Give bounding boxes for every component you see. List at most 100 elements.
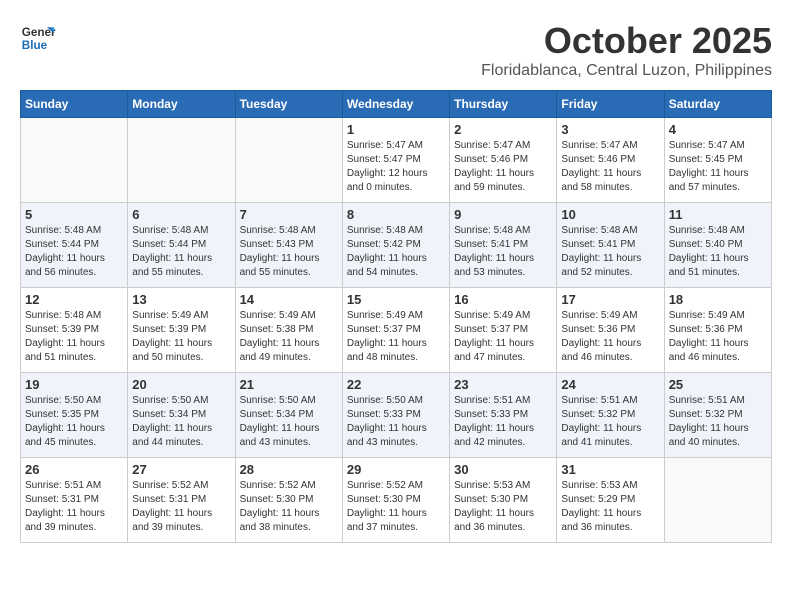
day-info: Sunrise: 5:50 AM Sunset: 5:34 PM Dayligh… xyxy=(132,394,230,450)
day-number: 8 xyxy=(347,207,445,222)
calendar-cell: 17 Sunrise: 5:49 AM Sunset: 5:36 PM Dayli… xyxy=(557,288,664,373)
day-number: 27 xyxy=(132,462,230,477)
day-info: Sunrise: 5:53 AM Sunset: 5:30 PM Dayligh… xyxy=(454,479,552,535)
day-info: Sunrise: 5:49 AM Sunset: 5:37 PM Dayligh… xyxy=(454,309,552,365)
day-info: Sunrise: 5:49 AM Sunset: 5:37 PM Dayligh… xyxy=(347,309,445,365)
calendar-cell: 4 Sunrise: 5:47 AM Sunset: 5:45 PM Daylig… xyxy=(664,118,771,203)
day-number: 5 xyxy=(25,207,123,222)
calendar-cell: 22Sunrise: 5:50 AM Sunset: 5:33 PM Dayli… xyxy=(342,373,449,458)
calendar-cell: 5 Sunrise: 5:48 AM Sunset: 5:44 PM Daylig… xyxy=(21,203,128,288)
day-info: Sunrise: 5:48 AM Sunset: 5:41 PM Dayligh… xyxy=(561,224,659,280)
day-number: 9 xyxy=(454,207,552,222)
calendar-week-row: 12 Sunrise: 5:48 AM Sunset: 5:39 PM Dayli… xyxy=(21,288,772,373)
day-number: 31 xyxy=(561,462,659,477)
day-info: Sunrise: 5:49 AM Sunset: 5:39 PM Dayligh… xyxy=(132,309,230,365)
calendar-cell: 8 Sunrise: 5:48 AM Sunset: 5:42 PM Daylig… xyxy=(342,203,449,288)
day-number: 12 xyxy=(25,292,123,307)
day-info: Sunrise: 5:48 AM Sunset: 5:42 PM Dayligh… xyxy=(347,224,445,280)
calendar-cell: 27 Sunrise: 5:52 AM Sunset: 5:31 PM Dayli… xyxy=(128,458,235,543)
day-number: 17 xyxy=(561,292,659,307)
day-number: 25 xyxy=(669,377,767,392)
logo: General Blue xyxy=(20,20,56,56)
calendar-cell: 6 Sunrise: 5:48 AM Sunset: 5:44 PM Daylig… xyxy=(128,203,235,288)
day-info: Sunrise: 5:51 AM Sunset: 5:31 PM Dayligh… xyxy=(25,479,123,535)
day-number: 26 xyxy=(25,462,123,477)
day-info: Sunrise: 5:52 AM Sunset: 5:30 PM Dayligh… xyxy=(347,479,445,535)
day-info: Sunrise: 5:48 AM Sunset: 5:44 PM Dayligh… xyxy=(25,224,123,280)
day-number: 4 xyxy=(669,122,767,137)
day-number: 15 xyxy=(347,292,445,307)
day-info: Sunrise: 5:52 AM Sunset: 5:30 PM Dayligh… xyxy=(240,479,338,535)
day-number: 3 xyxy=(561,122,659,137)
calendar-cell: 26 Sunrise: 5:51 AM Sunset: 5:31 PM Dayli… xyxy=(21,458,128,543)
day-info: Sunrise: 5:47 AM Sunset: 5:46 PM Dayligh… xyxy=(454,139,552,195)
day-number: 22 xyxy=(347,377,445,392)
calendar-table: SundayMondayTuesdayWednesdayThursdayFrid… xyxy=(20,90,772,543)
day-info: Sunrise: 5:48 AM Sunset: 5:40 PM Dayligh… xyxy=(669,224,767,280)
calendar-cell: 19 Sunrise: 5:50 AM Sunset: 5:35 PM Dayli… xyxy=(21,373,128,458)
calendar-cell: 18 Sunrise: 5:49 AM Sunset: 5:36 PM Dayli… xyxy=(664,288,771,373)
day-number: 21 xyxy=(240,377,338,392)
day-info: Sunrise: 5:48 AM Sunset: 5:44 PM Dayligh… xyxy=(132,224,230,280)
day-number: 10 xyxy=(561,207,659,222)
day-info: Sunrise: 5:49 AM Sunset: 5:36 PM Dayligh… xyxy=(561,309,659,365)
logo-icon: General Blue xyxy=(20,20,56,56)
calendar-cell: 3Sunrise: 5:47 AM Sunset: 5:46 PM Daylig… xyxy=(557,118,664,203)
location-subtitle: Floridablanca, Central Luzon, Philippine… xyxy=(481,62,772,80)
calendar-cell: 2 Sunrise: 5:47 AM Sunset: 5:46 PM Daylig… xyxy=(450,118,557,203)
calendar-cell: 24 Sunrise: 5:51 AM Sunset: 5:32 PM Dayli… xyxy=(557,373,664,458)
calendar-cell: 25 Sunrise: 5:51 AM Sunset: 5:32 PM Dayli… xyxy=(664,373,771,458)
day-number: 14 xyxy=(240,292,338,307)
calendar-cell: 13 Sunrise: 5:49 AM Sunset: 5:39 PM Dayli… xyxy=(128,288,235,373)
calendar-week-row: 19 Sunrise: 5:50 AM Sunset: 5:35 PM Dayli… xyxy=(21,373,772,458)
day-info: Sunrise: 5:51 AM Sunset: 5:32 PM Dayligh… xyxy=(669,394,767,450)
calendar-cell: 14 Sunrise: 5:49 AM Sunset: 5:38 PM Dayli… xyxy=(235,288,342,373)
calendar-cell: 21 Sunrise: 5:50 AM Sunset: 5:34 PM Dayli… xyxy=(235,373,342,458)
calendar-cell: 10 Sunrise: 5:48 AM Sunset: 5:41 PM Dayli… xyxy=(557,203,664,288)
weekday-header-monday: Monday xyxy=(128,91,235,118)
day-info: Sunrise: 5:52 AM Sunset: 5:31 PM Dayligh… xyxy=(132,479,230,535)
svg-text:Blue: Blue xyxy=(22,39,48,52)
day-number: 2 xyxy=(454,122,552,137)
day-info: Sunrise: 5:50 AM Sunset: 5:34 PM Dayligh… xyxy=(240,394,338,450)
day-info: Sunrise: 5:50 AM Sunset: 5:35 PM Dayligh… xyxy=(25,394,123,450)
calendar-cell: 16Sunrise: 5:49 AM Sunset: 5:37 PM Dayli… xyxy=(450,288,557,373)
day-number: 24 xyxy=(561,377,659,392)
day-info: Sunrise: 5:49 AM Sunset: 5:38 PM Dayligh… xyxy=(240,309,338,365)
calendar-week-row: 5 Sunrise: 5:48 AM Sunset: 5:44 PM Daylig… xyxy=(21,203,772,288)
calendar-week-row: 26 Sunrise: 5:51 AM Sunset: 5:31 PM Dayli… xyxy=(21,458,772,543)
day-number: 28 xyxy=(240,462,338,477)
day-number: 19 xyxy=(25,377,123,392)
calendar-cell: 28 Sunrise: 5:52 AM Sunset: 5:30 PM Dayli… xyxy=(235,458,342,543)
day-number: 18 xyxy=(669,292,767,307)
calendar-cell: 15 Sunrise: 5:49 AM Sunset: 5:37 PM Dayli… xyxy=(342,288,449,373)
weekday-header-row: SundayMondayTuesdayWednesdayThursdayFrid… xyxy=(21,91,772,118)
weekday-header-wednesday: Wednesday xyxy=(342,91,449,118)
calendar-cell: 20Sunrise: 5:50 AM Sunset: 5:34 PM Dayli… xyxy=(128,373,235,458)
day-number: 29 xyxy=(347,462,445,477)
day-number: 13 xyxy=(132,292,230,307)
weekday-header-saturday: Saturday xyxy=(664,91,771,118)
title-block: October 2025 Floridablanca, Central Luzo… xyxy=(481,20,772,80)
page-header: General Blue October 2025 Floridablanca,… xyxy=(20,20,772,80)
calendar-cell: 9 Sunrise: 5:48 AM Sunset: 5:41 PM Daylig… xyxy=(450,203,557,288)
day-info: Sunrise: 5:48 AM Sunset: 5:43 PM Dayligh… xyxy=(240,224,338,280)
day-info: Sunrise: 5:49 AM Sunset: 5:36 PM Dayligh… xyxy=(669,309,767,365)
calendar-cell: 1Sunrise: 5:47 AM Sunset: 5:47 PM Daylig… xyxy=(342,118,449,203)
calendar-cell: 12 Sunrise: 5:48 AM Sunset: 5:39 PM Dayli… xyxy=(21,288,128,373)
day-info: Sunrise: 5:47 AM Sunset: 5:45 PM Dayligh… xyxy=(669,139,767,195)
calendar-cell: 11 Sunrise: 5:48 AM Sunset: 5:40 PM Dayli… xyxy=(664,203,771,288)
day-info: Sunrise: 5:48 AM Sunset: 5:39 PM Dayligh… xyxy=(25,309,123,365)
calendar-cell: 30Sunrise: 5:53 AM Sunset: 5:30 PM Dayli… xyxy=(450,458,557,543)
day-number: 6 xyxy=(132,207,230,222)
day-info: Sunrise: 5:47 AM Sunset: 5:47 PM Dayligh… xyxy=(347,139,445,195)
calendar-cell xyxy=(21,118,128,203)
day-number: 11 xyxy=(669,207,767,222)
calendar-cell: 29 Sunrise: 5:52 AM Sunset: 5:30 PM Dayli… xyxy=(342,458,449,543)
day-info: Sunrise: 5:48 AM Sunset: 5:41 PM Dayligh… xyxy=(454,224,552,280)
calendar-cell xyxy=(235,118,342,203)
day-number: 23 xyxy=(454,377,552,392)
calendar-cell: 23Sunrise: 5:51 AM Sunset: 5:33 PM Dayli… xyxy=(450,373,557,458)
day-info: Sunrise: 5:51 AM Sunset: 5:32 PM Dayligh… xyxy=(561,394,659,450)
weekday-header-sunday: Sunday xyxy=(21,91,128,118)
